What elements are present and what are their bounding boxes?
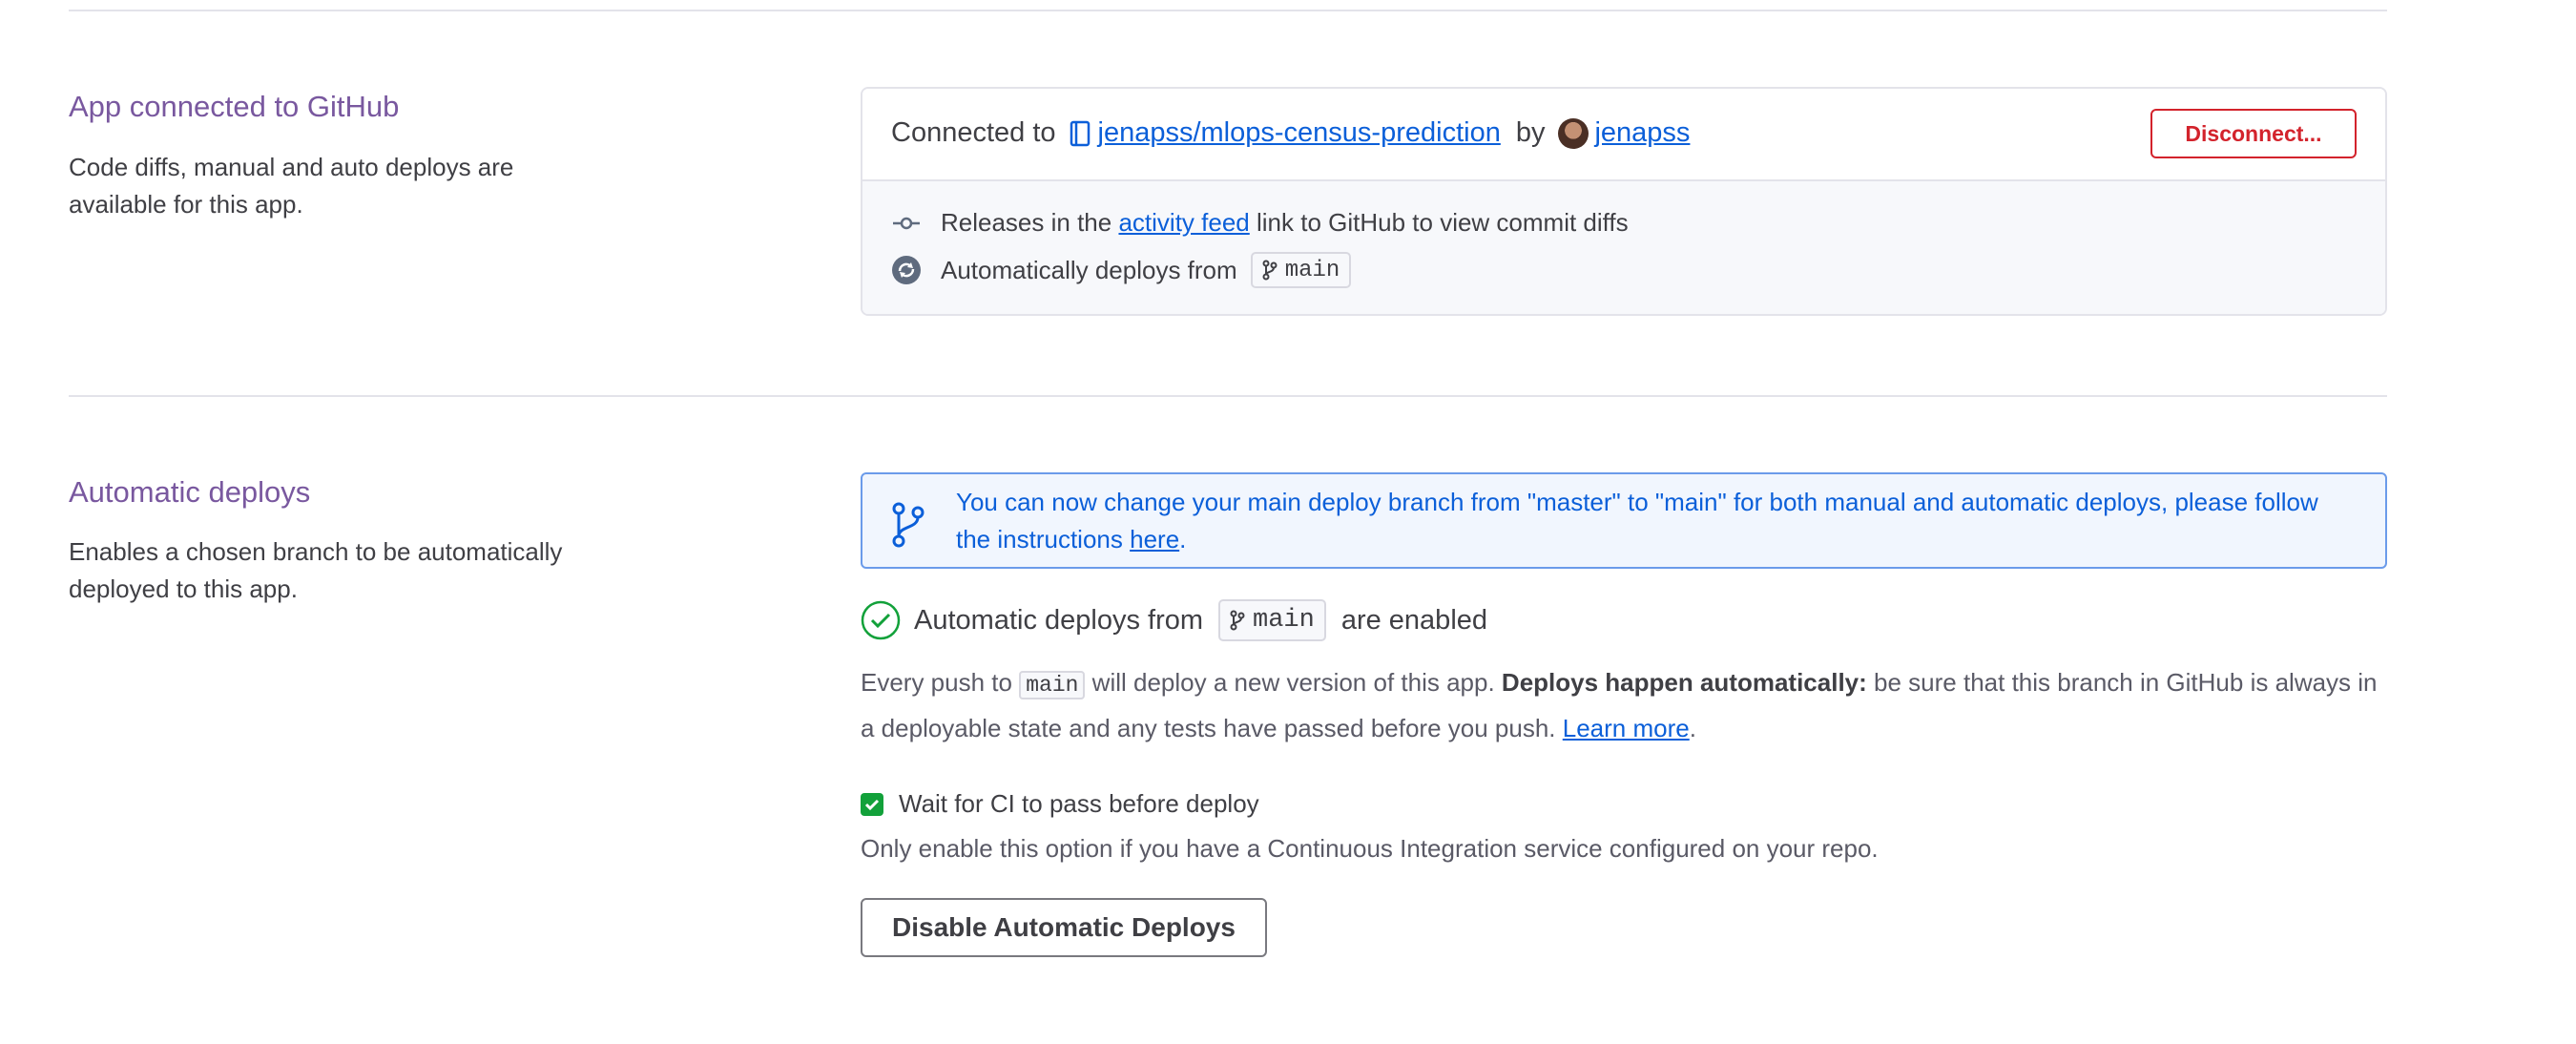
github-section-description: Code diffs, manual and auto deploys are …	[69, 153, 514, 219]
branch-chip: main	[1250, 252, 1352, 288]
check-circle-icon	[861, 600, 901, 640]
releases-prefix: Releases in the	[941, 208, 1112, 237]
git-branch-icon	[891, 501, 925, 553]
disable-automatic-deploys-button[interactable]: Disable Automatic Deploys	[861, 898, 1267, 957]
branch-change-notice: You can now change your main deploy bran…	[861, 472, 2387, 569]
repo-link[interactable]: jenapss/mlops-census-prediction	[1098, 117, 1501, 149]
auto-deploys-enabled-row: Automatic deploys from main are enabled	[861, 599, 1487, 641]
ci-option-row: Wait for CI to pass before deploy	[861, 789, 1259, 819]
user-link[interactable]: jenapss	[1594, 117, 1690, 149]
github-card-header: Connected to jenapss/mlops-census-predic…	[862, 89, 2385, 181]
push-prefix: Every push to	[861, 668, 1012, 697]
notice-text-block: You can now change your main deploy bran…	[956, 488, 2318, 553]
github-section-title: App connected to GitHub	[69, 90, 400, 123]
push-bold: Deploys happen automatically:	[1501, 668, 1867, 697]
notice-here-link[interactable]: here	[1130, 525, 1179, 553]
learn-more-link[interactable]: Learn more	[1563, 714, 1690, 742]
divider-middle	[69, 395, 2387, 397]
releases-row: Releases in the activity feed link to Gi…	[891, 208, 1629, 238]
releases-suffix: link to GitHub to view commit diffs	[1257, 208, 1629, 237]
divider-top	[69, 10, 2387, 11]
branch-name: main	[1284, 257, 1340, 283]
ci-help-text: Only enable this option if you have a Co…	[861, 834, 1879, 863]
ci-label[interactable]: Wait for CI to pass before deploy	[899, 789, 1259, 819]
repo-icon	[1070, 120, 1091, 147]
connected-line: Connected to jenapss/mlops-census-predic…	[891, 117, 1690, 149]
commit-icon	[891, 216, 922, 231]
push-mid: will deploy a new version of this app.	[1091, 668, 1495, 697]
disconnect-button[interactable]: Disconnect...	[2150, 109, 2357, 158]
enabled-suffix: are enabled	[1340, 604, 1488, 636]
by-label: by	[1515, 117, 1546, 148]
github-connection-card: Connected to jenapss/mlops-census-predic…	[861, 87, 2387, 316]
enabled-branch-chip: main	[1218, 599, 1326, 641]
auto-deploys-section-description: Enables a chosen branch to be automatica…	[69, 537, 563, 603]
push-description: Every push to main will deploy a new ver…	[861, 668, 2378, 742]
branch-icon	[1230, 610, 1245, 631]
github-card-body: Releases in the activity feed link to Gi…	[862, 181, 2385, 314]
auto-deploy-status-row: Automatically deploys from main	[891, 252, 1352, 288]
branch-icon	[1262, 260, 1278, 281]
activity-feed-link[interactable]: activity feed	[1118, 208, 1249, 238]
enabled-prefix: Automatic deploys from	[914, 604, 1204, 636]
auto-deploys-section-title: Automatic deploys	[69, 475, 311, 509]
checkmark-icon	[864, 799, 880, 810]
auto-deploys-text: Automatically deploys from	[941, 255, 1237, 284]
sync-icon	[891, 255, 922, 285]
ci-checkbox[interactable]	[861, 792, 883, 816]
push-branch-code: main	[1019, 671, 1086, 699]
enabled-branch-name: main	[1253, 606, 1315, 635]
avatar	[1558, 117, 1589, 149]
connected-label: Connected to	[891, 117, 1056, 148]
